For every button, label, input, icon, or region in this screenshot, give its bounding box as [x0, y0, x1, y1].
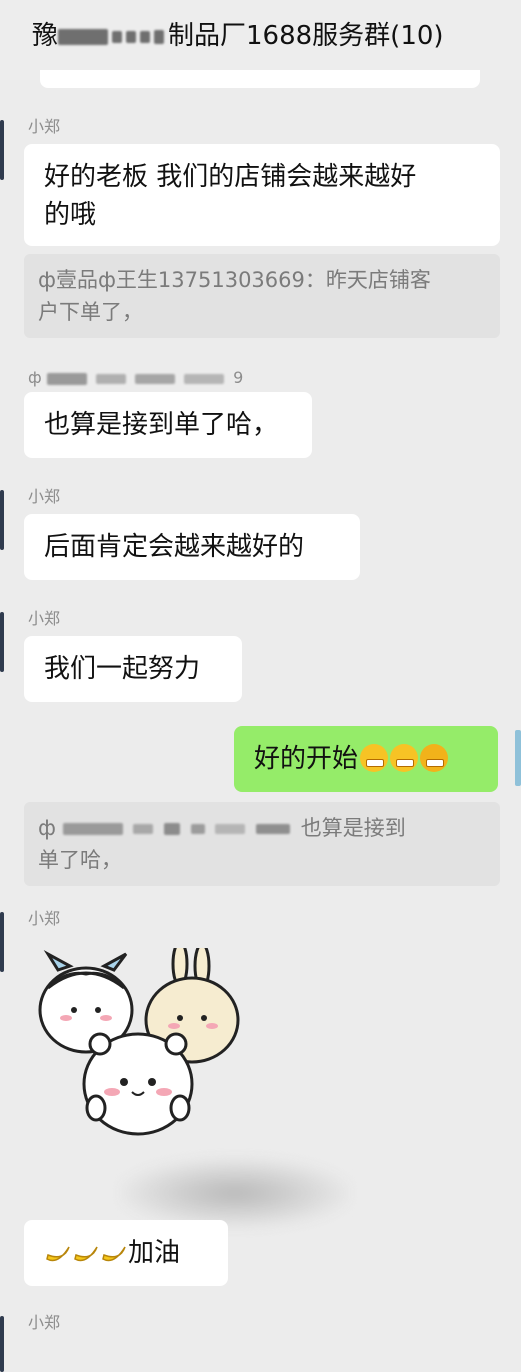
blurred-region [120, 1158, 350, 1228]
avatar-edge[interactable] [0, 490, 4, 550]
message-bubble[interactable]: 加油 [24, 1220, 228, 1286]
cute-characters-sticker[interactable] [34, 940, 244, 1158]
message-text: 好的老板 我们的店铺会越来越好 [44, 162, 417, 192]
chat-title-bar: 豫 制品厂1688服务群(10) [0, 0, 521, 80]
sender-name: 小郑 [28, 1313, 61, 1332]
quote-text: ф壹品ф王生13751303669：昨天店铺客 [38, 268, 431, 292]
chat-title-prefix: 豫 [32, 21, 59, 51]
sender-name-redacted: ф 9 [28, 368, 278, 387]
message-bubble[interactable]: 好的老板 我们的店铺会越来越好 的哦 [24, 144, 500, 246]
redacted-text [184, 373, 225, 384]
message-text: 加油 [128, 1238, 181, 1268]
headband-emoji-icon [420, 744, 449, 772]
grin-emoji-icon [390, 744, 419, 772]
sender-suffix: 9 [233, 368, 244, 387]
quote-text: 也算是接到 [300, 816, 406, 840]
message-text: 也算是接到单了哈， [44, 410, 279, 440]
sender-name: 小郑 [28, 609, 61, 628]
redacted-text [140, 30, 151, 43]
quote-text: 单了哈， [38, 848, 122, 872]
quoted-message[interactable]: ф 也算是接到 单了哈， [24, 802, 500, 886]
sender-name: 小郑 [28, 909, 61, 928]
redacted-text [46, 372, 87, 385]
avatar-edge[interactable] [0, 612, 4, 672]
quote-prefix: ф [38, 816, 56, 840]
redacted-text [133, 824, 154, 834]
banana-icon [74, 1246, 98, 1262]
message-text: 好的开始 [254, 744, 359, 774]
banana-icon [46, 1246, 70, 1262]
avatar-edge[interactable] [0, 912, 4, 972]
redacted-text [62, 823, 123, 835]
grin-emoji-icon [360, 744, 389, 772]
banana-icon [102, 1246, 126, 1262]
redacted-text [58, 28, 109, 45]
chat-title-suffix: 制品厂1688服务群(10) [168, 21, 444, 51]
sender-name: 小郑 [28, 117, 61, 136]
redacted-text [164, 823, 181, 835]
message-bubble[interactable]: 也算是接到单了哈， [24, 392, 312, 458]
quoted-message[interactable]: ф壹品ф王生13751303669：昨天店铺客 户下单了， [24, 254, 500, 338]
redacted-text [112, 30, 123, 43]
sender-prefix: ф [28, 368, 42, 387]
redacted-text [95, 373, 126, 384]
previous-bubble-edge [40, 70, 480, 88]
sticker-image [38, 940, 240, 1136]
avatar-edge[interactable] [0, 1316, 4, 1372]
message-text: 的哦 [44, 200, 97, 230]
my-avatar-edge[interactable] [515, 730, 521, 786]
message-bubble[interactable]: 后面肯定会越来越好的 [24, 514, 360, 580]
message-text: 我们一起努力 [44, 654, 201, 684]
avatar-edge[interactable] [0, 120, 4, 180]
chat-title[interactable]: 豫 制品厂1688服务群(10) [32, 16, 492, 56]
sender-name: 小郑 [28, 487, 61, 506]
redacted-text [190, 824, 205, 834]
my-message-bubble[interactable]: 好的开始 [234, 726, 498, 792]
redacted-text [126, 30, 137, 43]
redacted-text [215, 824, 246, 834]
quote-text: 户下单了， [38, 300, 143, 324]
redacted-text [134, 373, 175, 384]
redacted-text [256, 824, 291, 834]
message-bubble[interactable]: 我们一起努力 [24, 636, 242, 702]
message-text: 后面肯定会越来越好的 [44, 532, 305, 562]
redacted-text [154, 29, 165, 44]
